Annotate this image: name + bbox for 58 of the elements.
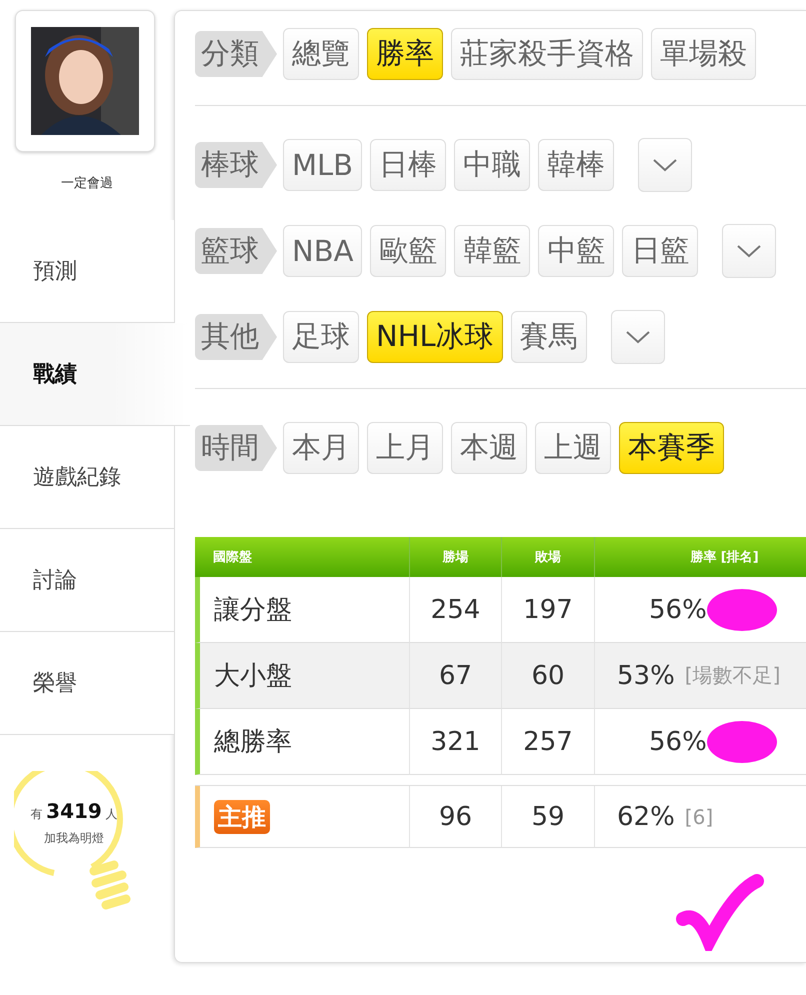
user-name: 一定會過 [60,175,114,193]
rank-note: [場數不足] [684,662,780,689]
chevron-down-icon [736,244,762,258]
column-header: 勝率 [排名] [595,537,806,577]
dropdown-button[interactable] [638,138,692,192]
filter-chip[interactable]: 上月 [367,422,443,474]
filter-chip[interactable]: MLB [283,139,362,191]
chevron-down-icon [624,330,651,344]
wins-value: 321 [430,726,480,756]
filter-chip[interactable]: 本賽季 [619,422,724,474]
chevron-down-icon [652,158,678,172]
column-header: 敗場 [502,537,595,577]
filter-chip[interactable]: 單場殺 [651,28,756,80]
column-header: 國際盤 [195,537,410,577]
win-rate: 56% [649,726,707,756]
filter-chip[interactable]: 中職 [454,139,530,191]
row-label: 大小盤 [214,660,292,693]
win-rate: 62% [617,802,675,832]
filter-chip[interactable]: 本週 [451,422,527,474]
row-label: 讓分盤 [214,594,292,627]
filter-chip[interactable]: 上週 [535,422,611,474]
losses-value: 197 [523,594,573,624]
filter-chip[interactable]: 歐籃 [370,225,446,277]
dropdown-button[interactable] [610,310,665,364]
row-label: 總勝率 [214,726,292,759]
filter-chip[interactable]: 本月 [283,422,359,474]
win-rate: 53% [617,660,675,690]
filter-chip[interactable]: 日籃 [622,225,698,277]
filter-label: 其他 [195,314,277,360]
filter-chip[interactable]: 足球 [283,311,359,363]
wins-value: 67 [438,660,472,690]
losses-value: 60 [531,660,565,690]
dropdown-button[interactable] [722,224,776,278]
fan-count: 有 3419 人 [29,799,119,825]
featured-badge: 主推 [214,800,270,834]
filter-chip[interactable]: 日棒 [370,139,446,191]
sidebar-item[interactable]: 戰績 [0,323,190,426]
filter-chip[interactable]: 韓籃 [454,225,530,277]
filter-chip[interactable]: 總覽 [283,28,359,80]
fan-caption: 加我為明燈 [43,830,105,847]
filter-chip[interactable]: 勝率 [367,28,443,80]
wins-value: 254 [430,594,480,624]
filter-label: 籃球 [195,228,277,274]
filter-chip[interactable]: 賽馬 [510,311,587,363]
column-header: 勝場 [410,537,502,577]
filter-label: 時間 [195,425,277,471]
wins-value: 96 [438,802,472,832]
losses-value: 59 [531,802,565,832]
win-rate: 56% [649,594,707,624]
filter-chip[interactable]: 韓棒 [538,139,614,191]
rank-note: [6] [684,804,714,828]
losses-value: 257 [523,726,573,756]
filter-label: 棒球 [195,142,277,188]
filter-chip[interactable]: 莊家殺手資格 [451,28,643,80]
filter-chip[interactable]: 中籃 [538,225,614,277]
filter-chip[interactable]: NHL冰球 [367,311,503,363]
filter-label: 分類 [195,31,277,77]
filter-chip[interactable]: NBA [283,225,362,277]
